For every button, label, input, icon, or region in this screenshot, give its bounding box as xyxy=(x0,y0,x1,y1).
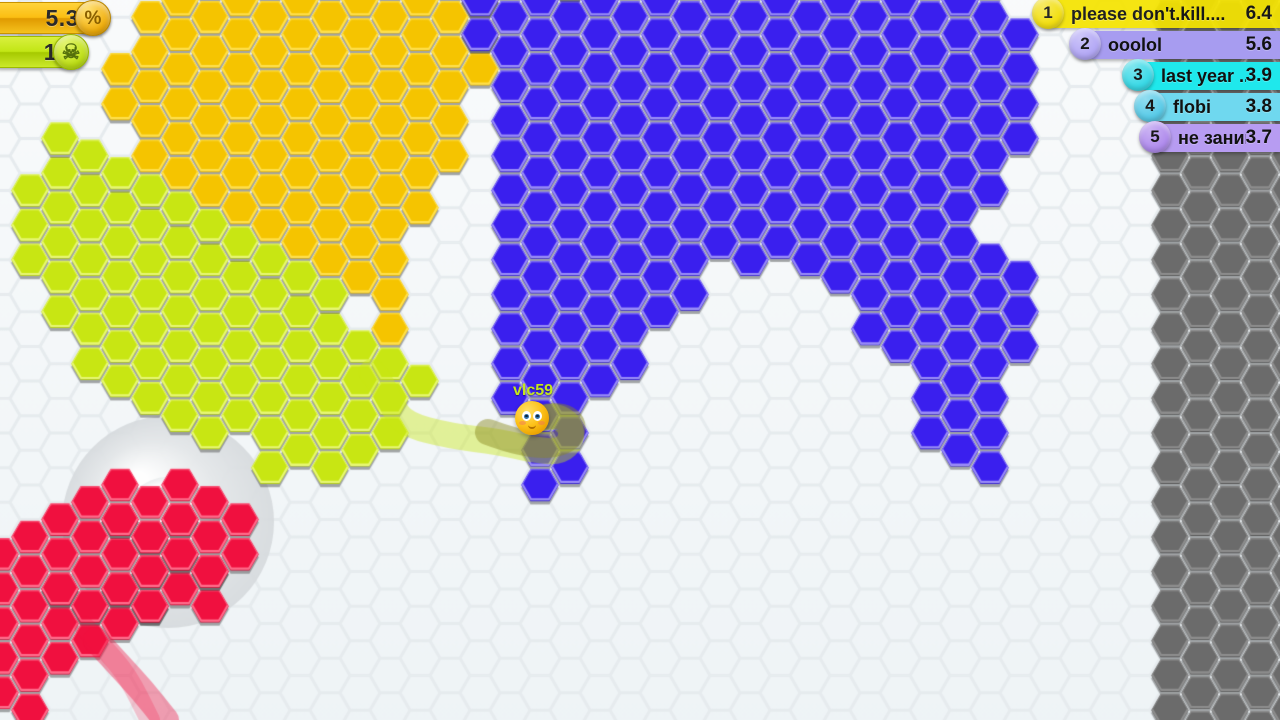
kill-count-bar: 1 ☠ xyxy=(0,34,89,70)
leaderboard-row: 3 last year ... 3.9 xyxy=(1122,59,1280,91)
player-eye-left-icon xyxy=(522,411,531,421)
leaderboard: 1 please don't.kill.... 6.4 2 ooolol 5.6 3 last… xyxy=(980,0,1280,155)
leaderboard-player-score: 3.9 xyxy=(1245,65,1272,86)
leaderboard-player-name: ooolol xyxy=(1108,34,1162,55)
leaderboard-rank-badge: 4 xyxy=(1134,90,1166,122)
leaderboard-player-name: please don't.kill.... xyxy=(1071,3,1226,24)
leaderboard-player-name: last year ... xyxy=(1161,65,1246,86)
player-mouth-icon xyxy=(528,423,536,429)
player-ball-icon xyxy=(515,401,549,435)
game-viewport[interactable]: vlc59 5.3 % 1 ☠ 1 please don't.kill.... 6.… xyxy=(0,0,1280,720)
percent-glyph: % xyxy=(84,7,102,29)
leaderboard-row: 2 ooolol 5.6 xyxy=(1069,28,1280,60)
skull-glyph: ☠ xyxy=(61,40,81,64)
leaderboard-player-score: 6.4 xyxy=(1245,3,1272,24)
leaderboard-rank-badge: 5 xyxy=(1139,121,1171,153)
player-name-label: vlc59 xyxy=(513,382,554,399)
player-cheek-left-icon xyxy=(519,421,526,425)
leaderboard-row: 5 не заним3.7 xyxy=(1139,121,1280,153)
leaderboard-player-score: 5.6 xyxy=(1245,34,1272,55)
leaderboard-row: 1 please don't.kill.... 6.4 xyxy=(1032,0,1280,29)
skull-icon: ☠ xyxy=(53,34,89,70)
territory-percent-bar: 5.3 % xyxy=(0,0,111,36)
leaderboard-rank-badge: 1 xyxy=(1032,0,1064,29)
leaderboard-player-name: flobi xyxy=(1173,96,1211,117)
percent-icon: % xyxy=(75,0,111,36)
leaderboard-player-score: 3.8 xyxy=(1245,96,1272,117)
leaderboard-player-score: 3.7 xyxy=(1245,127,1272,148)
leaderboard-player-name: не заним xyxy=(1178,127,1246,148)
player-cheek-right-icon xyxy=(538,421,545,425)
player-eye-right-icon xyxy=(533,411,542,421)
leaderboard-rank-badge: 3 xyxy=(1122,59,1154,91)
leaderboard-row: 4 flobi 3.8 xyxy=(1134,90,1280,122)
leaderboard-rank-badge: 2 xyxy=(1069,28,1101,60)
